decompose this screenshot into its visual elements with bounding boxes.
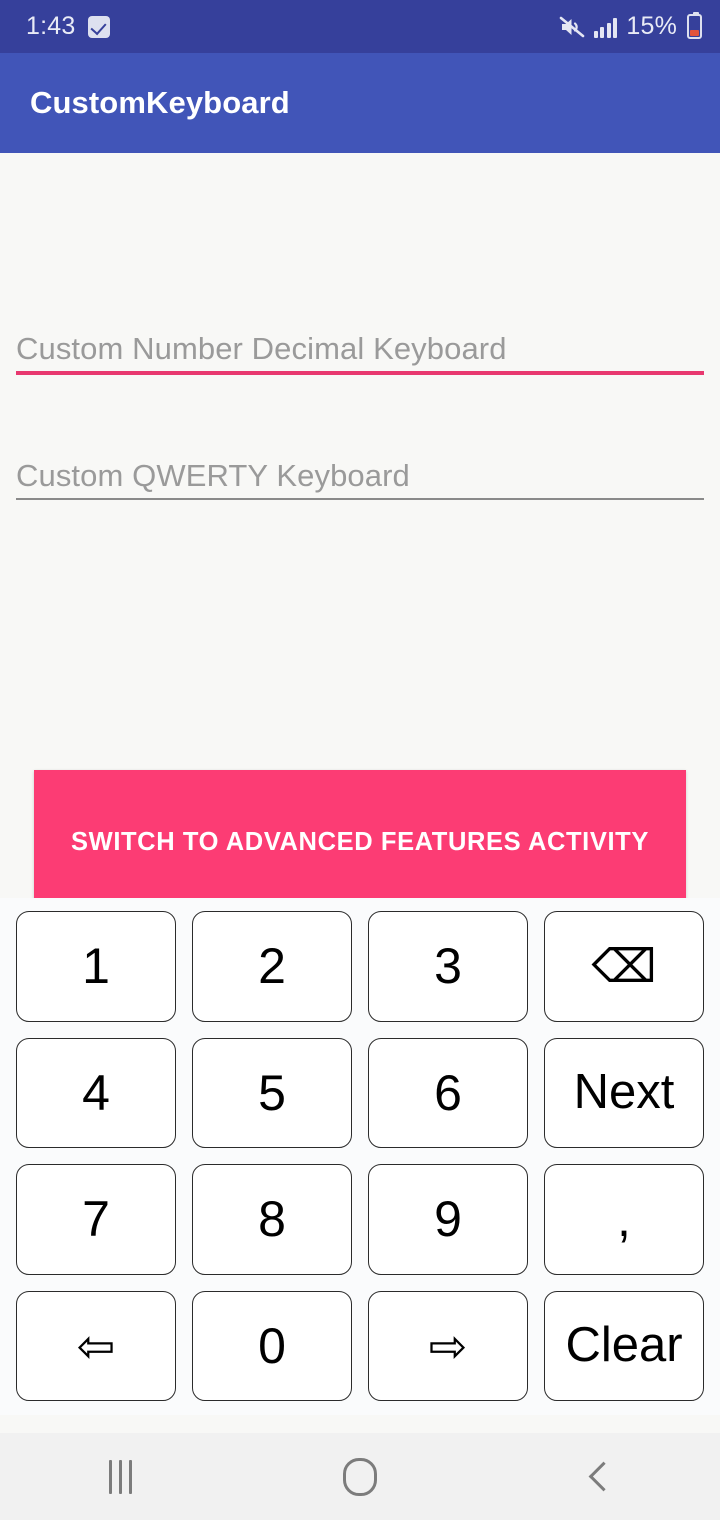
qwerty-keyboard-field-placeholder: Custom QWERTY Keyboard: [16, 458, 410, 493]
status-time: 1:43: [26, 12, 76, 40]
qwerty-keyboard-field-underline: [16, 498, 704, 500]
key-2[interactable]: 2: [192, 911, 352, 1022]
key-comma[interactable]: ,: [544, 1164, 704, 1275]
action-bar: CustomKeyboard: [0, 53, 720, 153]
key-1[interactable]: 1: [16, 911, 176, 1022]
decimal-keyboard-field-placeholder: Custom Number Decimal Keyboard: [16, 331, 507, 366]
key-8[interactable]: 8: [192, 1164, 352, 1275]
signal-bars-icon: [593, 16, 618, 38]
home-button[interactable]: [240, 1433, 480, 1520]
main-content: Custom Number Decimal Keyboard Custom QW…: [0, 153, 720, 1520]
key-6[interactable]: 6: [368, 1037, 528, 1148]
status-bar-left: 1:43: [26, 12, 111, 41]
keyboard-row: 4 5 6 Next: [16, 1037, 704, 1148]
key-clear[interactable]: Clear: [544, 1290, 704, 1401]
qwerty-keyboard-field[interactable]: Custom QWERTY Keyboard: [16, 458, 704, 500]
decimal-keyboard-field-underline: [16, 371, 704, 375]
navigation-bar: [0, 1433, 720, 1520]
battery-percent-label: 15%: [626, 12, 677, 40]
key-5[interactable]: 5: [192, 1037, 352, 1148]
recents-icon: [108, 1459, 132, 1494]
page-title: CustomKeyboard: [30, 85, 290, 120]
key-arrow-right[interactable]: ⇨: [368, 1290, 528, 1401]
back-button[interactable]: [480, 1433, 720, 1520]
keyboard-row: ⇦ 0 ⇨ Clear: [16, 1290, 704, 1401]
phone-screen: 1:43 15% CustomKeyboard Custom Number De…: [0, 0, 720, 1520]
key-4[interactable]: 4: [16, 1037, 176, 1148]
keyboard-row: 1 2 3 ⌫: [16, 911, 704, 1022]
key-7[interactable]: 7: [16, 1164, 176, 1275]
switch-to-advanced-features-button[interactable]: SWITCH TO ADVANCED FEATURES ACTIVITY: [34, 770, 686, 915]
decimal-keyboard-field[interactable]: Custom Number Decimal Keyboard: [16, 331, 704, 375]
key-arrow-left[interactable]: ⇦: [16, 1290, 176, 1401]
custom-number-keyboard: 1 2 3 ⌫ 4 5 6 Next 7 8 9, ⇦ 0 ⇨ Clear: [0, 898, 720, 1415]
checkbox-checked-icon: [88, 15, 111, 38]
back-icon: [588, 1461, 618, 1492]
status-bar-right: 15%: [559, 12, 702, 41]
key-next[interactable]: Next: [544, 1037, 704, 1148]
key-backspace[interactable]: ⌫: [544, 911, 704, 1022]
volume-mute-icon: [559, 15, 585, 39]
keyboard-row: 789,: [16, 1164, 704, 1275]
home-icon: [343, 1457, 377, 1496]
key-3[interactable]: 3: [368, 911, 528, 1022]
recents-button[interactable]: [0, 1433, 240, 1520]
status-bar: 1:43 15%: [0, 0, 720, 53]
battery-low-icon: [687, 12, 702, 39]
key-0[interactable]: 0: [192, 1290, 352, 1401]
key-9[interactable]: 9: [368, 1164, 528, 1275]
